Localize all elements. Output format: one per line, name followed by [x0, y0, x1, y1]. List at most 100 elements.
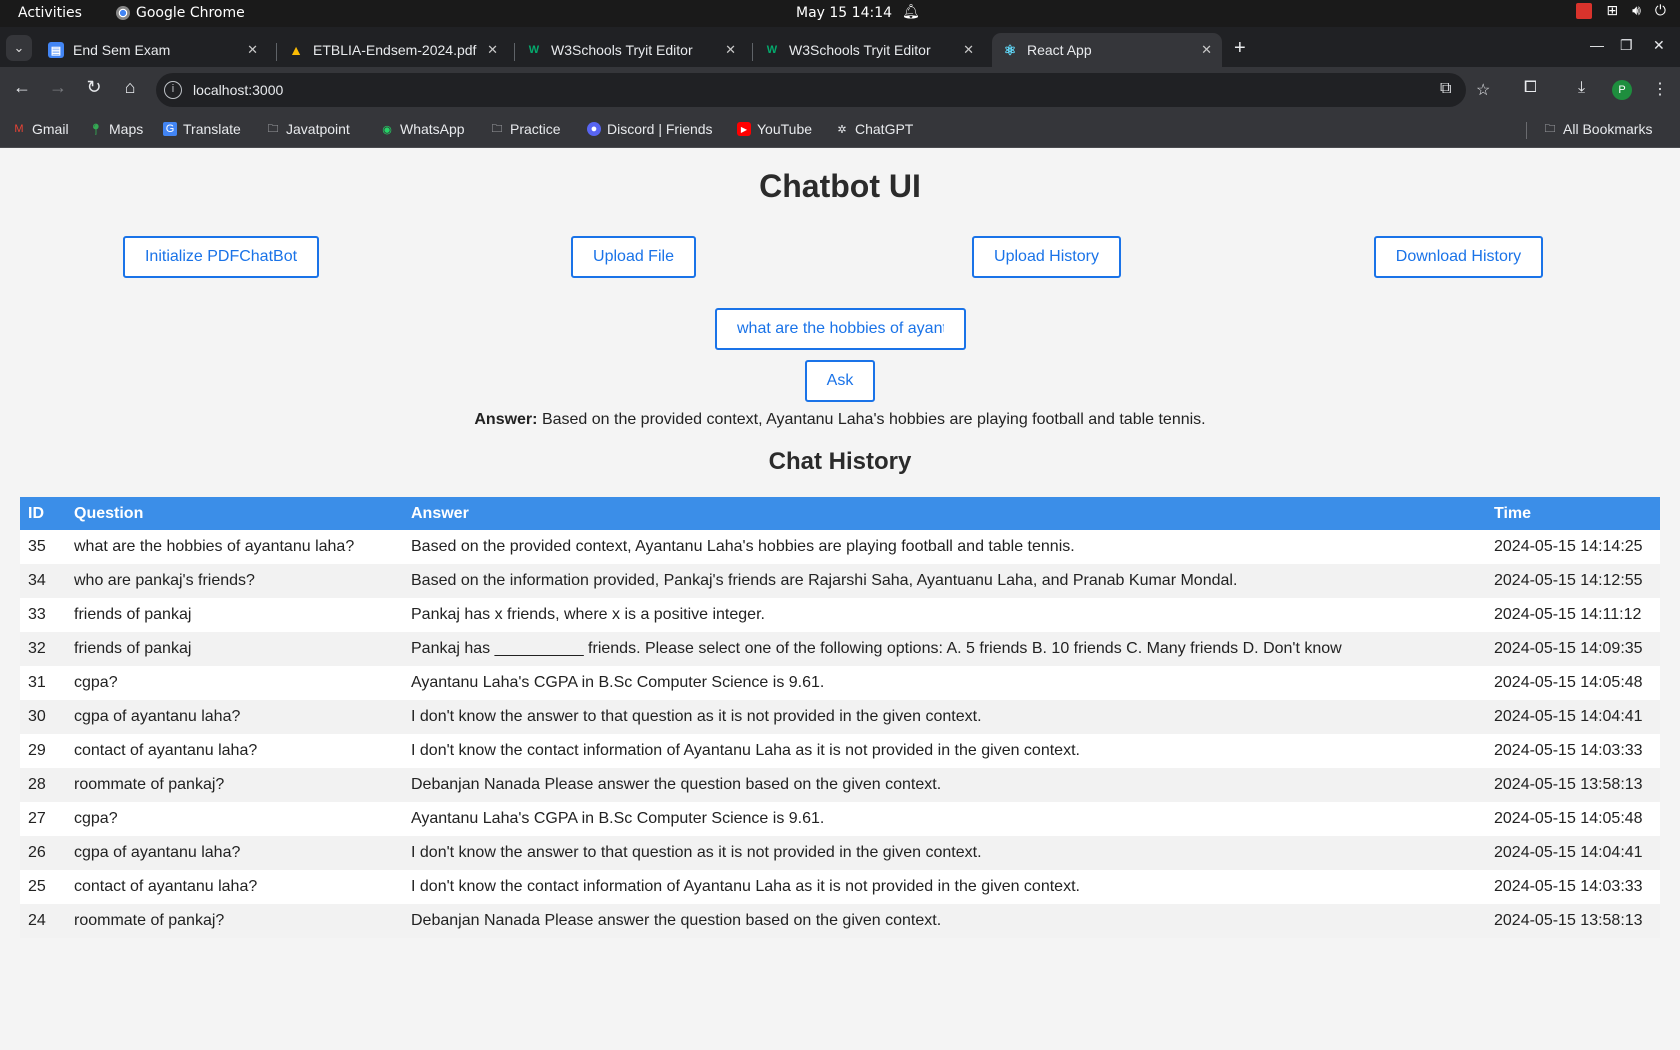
bookmark-chatgpt[interactable]: ✲ ChatGPT	[835, 121, 913, 137]
bookmark-practice[interactable]: 🗀 Practice	[490, 121, 561, 137]
table-row: 35 what are the hobbies of ayantanu laha?…	[20, 530, 1660, 564]
close-tab-icon[interactable]: ✕	[1201, 42, 1212, 58]
chat-history-table: ID Question Answer Time 35 what are the h…	[20, 497, 1660, 938]
install-app-icon[interactable]: ⧉	[1440, 80, 1451, 98]
cell-time: 2024-05-15 14:04:41	[1486, 836, 1660, 870]
upload-history-button[interactable]: Upload History	[972, 236, 1121, 278]
downloads-icon[interactable]: ⤓	[1578, 79, 1585, 97]
app-menu[interactable]: Google Chrome	[116, 5, 245, 21]
tab-title: W3Schools Tryit Editor	[789, 42, 931, 58]
column-header-time: Time	[1486, 497, 1660, 530]
close-tab-icon[interactable]: ✕	[487, 42, 498, 58]
bookmark-label: Javatpoint	[286, 121, 350, 137]
restore-icon[interactable]: ❐	[1620, 37, 1633, 54]
close-tab-icon[interactable]: ✕	[963, 42, 974, 58]
cell-question: roommate of pankaj?	[66, 768, 403, 802]
clock[interactable]: May 15 14:14	[796, 5, 892, 21]
close-tab-icon[interactable]: ✕	[725, 42, 736, 58]
cell-id: 28	[20, 768, 66, 802]
react-icon: ⚛	[1003, 41, 1017, 58]
tab-w3schools-2[interactable]: W W3Schools Tryit Editor ✕	[754, 33, 984, 67]
menu-kebab-icon[interactable]: ⋮	[1652, 79, 1668, 99]
cell-time: 2024-05-15 14:03:33	[1486, 734, 1660, 768]
table-row: 33 friends of pankaj Pankaj has x friends,…	[20, 598, 1660, 632]
question-input[interactable]	[715, 308, 966, 350]
answer-display: Answer: Based on the provided context, A…	[0, 411, 1680, 429]
bookmark-all-bookmarks[interactable]: 🗀 All Bookmarks	[1543, 121, 1653, 137]
translate-icon: G	[163, 122, 177, 136]
bookmark-label: Maps	[109, 121, 144, 137]
w3schools-icon: W	[766, 44, 778, 56]
initialize-pdfchatbot-button[interactable]: Initialize PDFChatBot	[123, 236, 319, 278]
cell-answer: I don't know the answer to that question…	[403, 700, 1486, 734]
cell-id: 34	[20, 564, 66, 598]
cell-id: 35	[20, 530, 66, 564]
cell-question: contact of ayantanu laha?	[66, 734, 403, 768]
home-icon[interactable]: ⌂	[118, 77, 142, 98]
tab-w3schools-1[interactable]: W W3Schools Tryit Editor ✕	[516, 33, 746, 67]
minimize-icon[interactable]: —	[1590, 37, 1604, 53]
cell-id: 26	[20, 836, 66, 870]
reload-icon[interactable]: ↻	[82, 77, 106, 98]
site-info-icon[interactable]: i	[164, 81, 182, 99]
tab-end-sem-exam[interactable]: ▤ End Sem Exam ✕	[38, 33, 268, 67]
tab-title: ETBLIA-Endsem-2024.pdf	[313, 42, 477, 58]
new-tab-icon[interactable]: +	[1234, 37, 1246, 60]
tab-search-button[interactable]: ⌄	[6, 35, 32, 61]
cell-id: 32	[20, 632, 66, 666]
column-header-question: Question	[66, 497, 403, 530]
cell-answer: Debanjan Nanada Please answer the questi…	[403, 904, 1486, 938]
address-bar[interactable]: i localhost:3000 ⧉ ☆	[156, 73, 1490, 107]
column-header-id: ID	[20, 497, 66, 530]
bookmark-gmail[interactable]: M Gmail	[12, 121, 68, 137]
cell-time: 2024-05-15 14:05:48	[1486, 666, 1660, 700]
google-drive-icon: ▲	[289, 42, 303, 58]
volume-icon: 🔊︎	[1632, 3, 1641, 19]
bookmark-youtube[interactable]: ▶ YouTube	[737, 121, 812, 137]
tab-etblia-pdf[interactable]: ▲ ETBLIA-Endsem-2024.pdf ✕	[278, 33, 508, 67]
url-text[interactable]: localhost:3000	[193, 82, 283, 98]
forward-icon[interactable]: →	[46, 77, 70, 98]
bookmarks-separator	[1526, 122, 1527, 139]
power-icon: ⏻	[1654, 3, 1666, 19]
cell-answer: Based on the information provided, Panka…	[403, 564, 1486, 598]
extensions-icon[interactable]: ⧠	[1524, 79, 1537, 97]
ask-button[interactable]: Ask	[805, 360, 875, 402]
app-name: Google Chrome	[136, 5, 245, 21]
upload-file-button[interactable]: Upload File	[571, 236, 696, 278]
back-icon[interactable]: ←	[10, 77, 34, 98]
bookmark-star-icon[interactable]: ☆	[1476, 80, 1490, 100]
cell-time: 2024-05-15 14:04:41	[1486, 700, 1660, 734]
bookmark-label: ChatGPT	[855, 121, 914, 137]
bookmark-maps[interactable]: 📍︎ Maps	[89, 121, 143, 137]
cell-answer: I don't know the contact information of …	[403, 734, 1486, 768]
discord-icon: ●	[587, 122, 601, 136]
screen-share-icon[interactable]	[1576, 3, 1593, 19]
close-tab-icon[interactable]: ✕	[247, 42, 258, 58]
bookmark-discord[interactable]: ● Discord | Friends	[587, 121, 713, 137]
bookmark-translate[interactable]: G Translate	[163, 121, 241, 137]
table-row: 30 cgpa of ayantanu laha? I don't know the…	[20, 700, 1660, 734]
bookmark-whatsapp[interactable]: ◉ WhatsApp	[380, 121, 464, 137]
gmail-icon: M	[14, 123, 24, 135]
table-row: 31 cgpa? Ayantanu Laha's CGPA in B.Sc Comp…	[20, 666, 1660, 700]
profile-avatar[interactable]: P	[1612, 80, 1632, 100]
tab-separator	[276, 43, 277, 61]
page-title: Chatbot UI	[759, 168, 921, 204]
cell-answer: Ayantanu Laha's CGPA in B.Sc Computer Sc…	[403, 666, 1486, 700]
close-window-icon[interactable]: ✕	[1653, 37, 1665, 54]
system-tray[interactable]: ⊞ 🔊︎ ⏻	[1576, 3, 1666, 19]
activities-button[interactable]: Activities	[18, 5, 82, 21]
tab-react-app[interactable]: ⚛ React App ✕	[992, 33, 1222, 67]
cell-question: friends of pankaj	[66, 632, 403, 666]
table-row: 28 roommate of pankaj? Debanjan Nanada Ple…	[20, 768, 1660, 802]
youtube-icon: ▶	[737, 122, 751, 136]
tab-title: W3Schools Tryit Editor	[551, 42, 693, 58]
download-history-button[interactable]: Download History	[1374, 236, 1543, 278]
bookmark-javatpoint[interactable]: 🗀 Javatpoint	[266, 121, 350, 137]
folder-icon: 🗀	[267, 122, 279, 135]
cell-id: 29	[20, 734, 66, 768]
maps-icon: 📍︎	[89, 123, 103, 136]
bookmark-label: All Bookmarks	[1563, 121, 1653, 137]
folder-icon: 🗀	[491, 122, 503, 135]
